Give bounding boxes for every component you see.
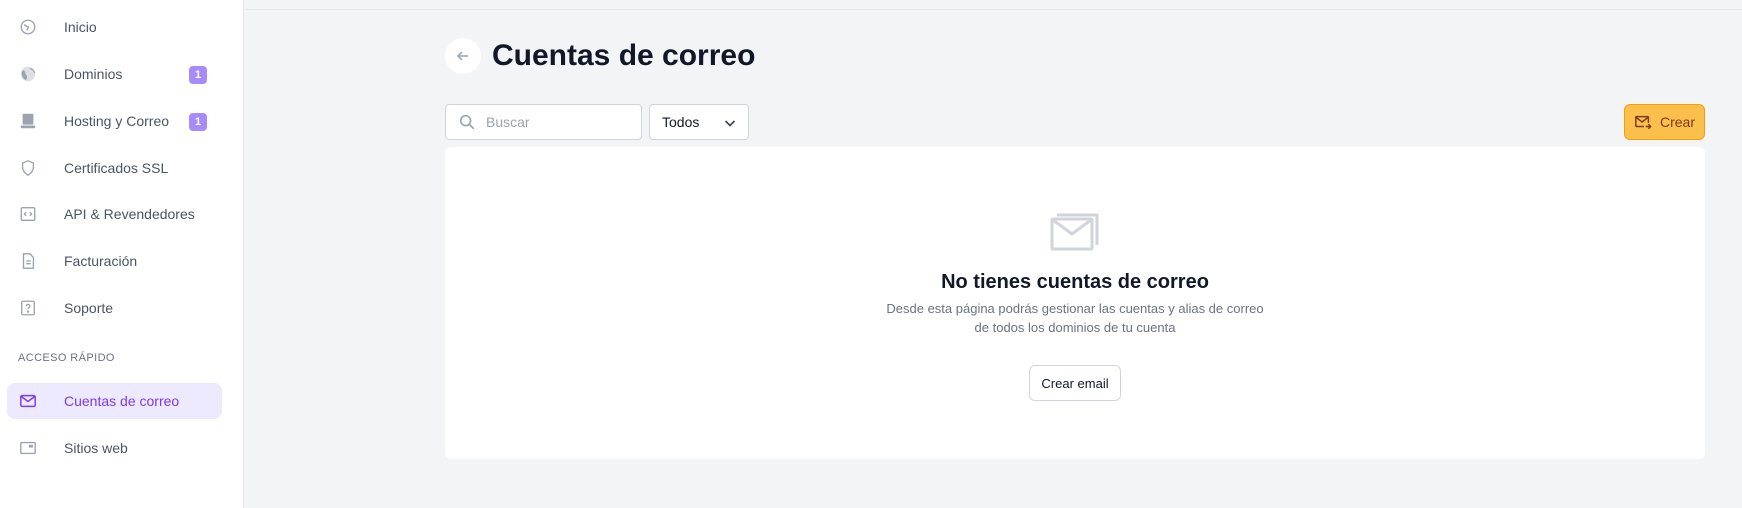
chevron-down-icon bbox=[722, 115, 738, 131]
sidebar-item-ssl[interactable]: Certificados SSL bbox=[7, 150, 222, 186]
empty-state-description-line: Desde esta página podrás gestionar las c… bbox=[886, 301, 1264, 316]
sidebar-item-inicio[interactable]: Inicio bbox=[7, 9, 222, 45]
shield-icon bbox=[18, 158, 38, 178]
sidebar-item-dominios[interactable]: Dominios 1 bbox=[7, 56, 222, 92]
code-icon bbox=[18, 204, 38, 224]
empty-state-description: Desde esta página podrás gestionar las c… bbox=[445, 299, 1705, 337]
home-icon bbox=[18, 17, 38, 37]
sidebar-item-label: Dominios bbox=[64, 66, 123, 82]
empty-state-panel: No tienes cuentas de correo Desde esta p… bbox=[445, 147, 1705, 459]
sidebar-item-label: Facturación bbox=[64, 253, 138, 269]
search-box[interactable] bbox=[445, 104, 642, 140]
filter-select[interactable]: Todos bbox=[649, 104, 749, 140]
back-button[interactable] bbox=[445, 38, 481, 74]
globe-icon bbox=[18, 64, 38, 84]
sidebar-item-soporte[interactable]: Soporte bbox=[7, 290, 222, 326]
empty-state-description-line: de todos los dominios de tu cuenta bbox=[974, 320, 1176, 335]
help-icon bbox=[18, 298, 38, 318]
arrow-left-icon bbox=[456, 51, 468, 61]
sidebar: Inicio Dominios 1 Hosting y Correo 1 Cer… bbox=[0, 0, 244, 508]
filter-select-value: Todos bbox=[662, 114, 700, 130]
sidebar-item-api[interactable]: API & Revendedores bbox=[7, 196, 222, 232]
sidebar-item-hosting[interactable]: Hosting y Correo 1 bbox=[7, 103, 222, 139]
create-button-label: Crear bbox=[1659, 114, 1695, 130]
header-divider bbox=[245, 9, 1742, 10]
search-icon bbox=[458, 113, 476, 131]
create-button[interactable]: Crear bbox=[1624, 104, 1705, 140]
server-icon bbox=[18, 111, 38, 131]
section-title-quick-access: ACCESO RÁPIDO bbox=[18, 352, 115, 364]
count-badge: 1 bbox=[189, 113, 207, 131]
mail-send-icon bbox=[1634, 113, 1652, 131]
mail-envelope-icon bbox=[1050, 213, 1099, 251]
sidebar-item-sitios-web[interactable]: Sitios web bbox=[7, 430, 222, 466]
sidebar-item-facturacion[interactable]: Facturación bbox=[7, 243, 222, 279]
count-badge: 1 bbox=[189, 66, 207, 84]
sidebar-item-cuentas-de-correo[interactable]: Cuentas de correo bbox=[7, 383, 222, 419]
page-title: Cuentas de correo bbox=[492, 39, 756, 72]
search-input[interactable] bbox=[486, 114, 626, 130]
document-icon bbox=[18, 251, 38, 271]
browser-window-icon bbox=[18, 438, 38, 458]
empty-state-title: No tienes cuentas de correo bbox=[941, 271, 1209, 293]
sidebar-item-label: Sitios web bbox=[64, 440, 128, 456]
sidebar-item-label: Inicio bbox=[64, 19, 97, 35]
mail-icon bbox=[18, 391, 38, 411]
sidebar-item-label: Cuentas de correo bbox=[64, 393, 180, 409]
sidebar-item-label: Certificados SSL bbox=[64, 160, 169, 176]
sidebar-item-label: API & Revendedores bbox=[64, 206, 195, 222]
create-email-button[interactable]: Crear email bbox=[1029, 365, 1121, 401]
sidebar-item-label: Soporte bbox=[64, 300, 114, 316]
sidebar-item-label: Hosting y Correo bbox=[64, 113, 170, 129]
